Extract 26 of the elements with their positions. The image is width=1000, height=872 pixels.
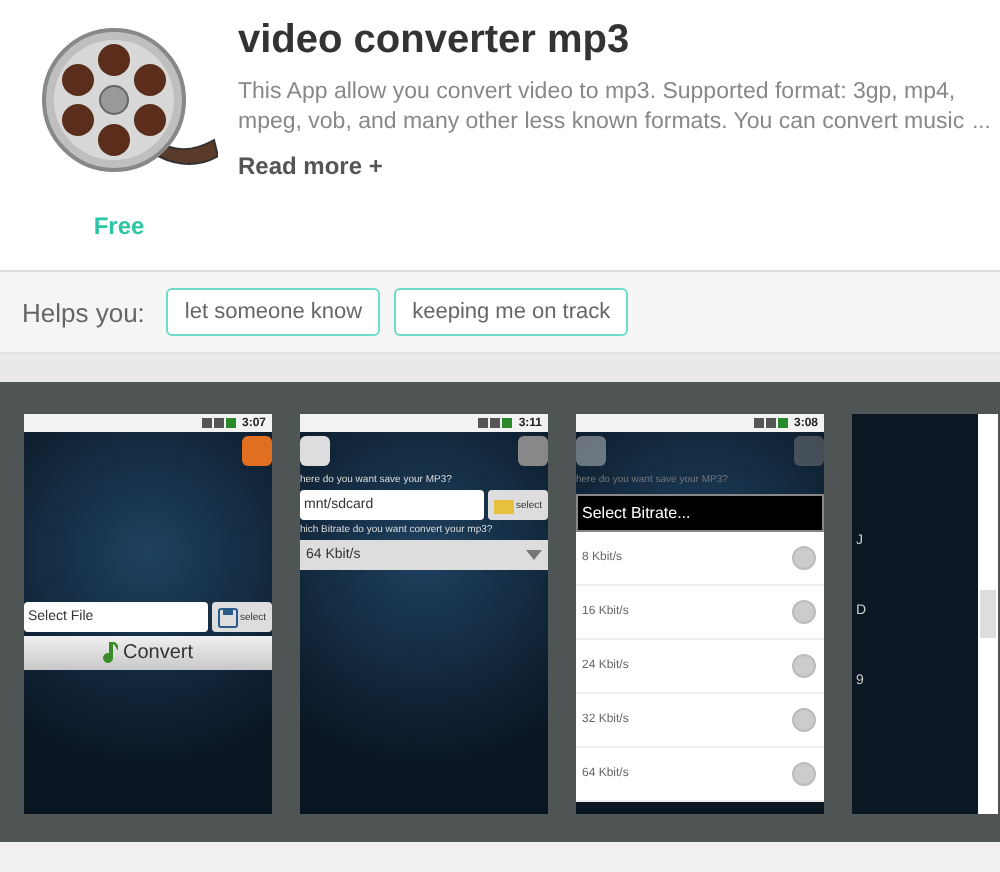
status-icons-icon — [753, 418, 788, 428]
tag-chip[interactable]: keeping me on track — [394, 288, 629, 336]
ellipsis-mark: ... — [972, 108, 991, 138]
app-title: video converter mp3 — [238, 18, 632, 64]
radio-button[interactable] — [792, 600, 816, 624]
read-more-link[interactable]: Read more + — [238, 152, 383, 180]
convert-button[interactable]: Convert — [24, 636, 272, 670]
radio-button[interactable] — [792, 762, 816, 786]
folder-icon — [493, 497, 514, 513]
radio-button[interactable] — [792, 546, 816, 570]
dialog-title: Select Bitrate... — [576, 494, 824, 532]
radio-button[interactable] — [792, 654, 816, 678]
helps-label: Helps you: — [22, 297, 145, 327]
music-note-icon — [102, 642, 119, 664]
status-icons-icon — [478, 418, 513, 428]
tag-chip[interactable]: let someone know — [166, 288, 381, 336]
small-button[interactable] — [980, 590, 996, 638]
description-line: mpeg, vob, and many other less known formats. You can convert music — [238, 108, 965, 138]
price-label: Free — [93, 212, 145, 240]
gear-button[interactable] — [242, 436, 272, 466]
dropdown-arrow-icon — [526, 550, 542, 560]
radio-button[interactable] — [792, 708, 816, 732]
gear-button[interactable] — [518, 436, 548, 466]
description-line: This App allow you convert video to mp3. Supported format: 3gp, mp4, — [238, 78, 958, 108]
status-icons-icon — [201, 418, 236, 428]
home-button[interactable] — [300, 436, 330, 466]
